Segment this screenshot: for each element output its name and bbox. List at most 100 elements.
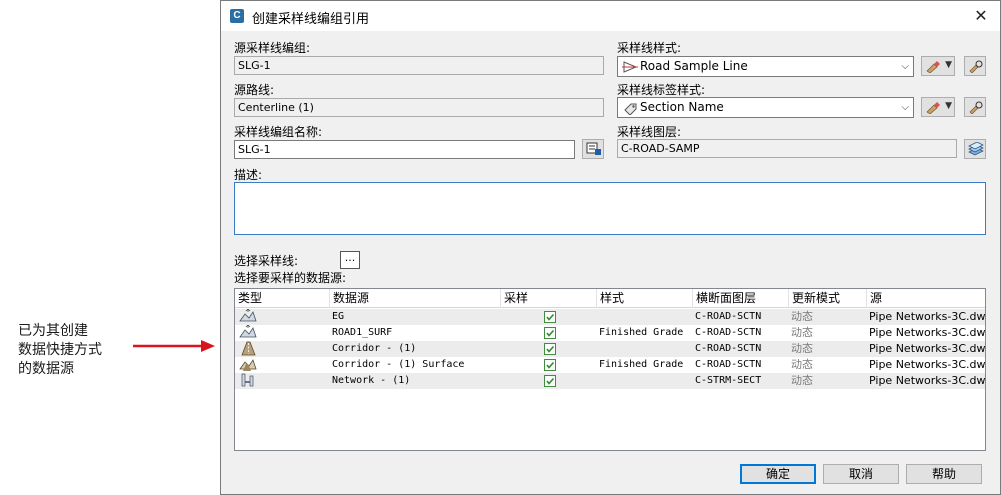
col-header-type[interactable]: 类型 (235, 289, 330, 308)
create-sample-line-group-reference-dialog: C 创建采样线编组引用 ✕ 源采样线编组: SLG-1 源路线: Centerl… (220, 0, 1001, 495)
split-arrow-icon: ▼ (945, 60, 952, 70)
sample-checkbox[interactable] (544, 359, 556, 371)
checkmark-icon (546, 377, 555, 385)
sample-checkbox[interactable] (544, 311, 556, 323)
cell-source: EG (332, 311, 345, 322)
chevron-down-icon: ⌵ (901, 61, 909, 72)
style-pick-button[interactable] (964, 56, 986, 76)
cell-section-layer: C-ROAD-SCTN (695, 343, 762, 354)
layer-select-button[interactable] (964, 139, 986, 159)
label-style-pick-button[interactable] (964, 97, 986, 117)
group-name-label: 采样线编组名称: (234, 125, 323, 139)
cell-style (597, 373, 599, 389)
sample-checkbox[interactable] (544, 327, 556, 339)
select-sample-lines-button[interactable]: ... (340, 251, 360, 269)
select-sample-lines-label: 选择采样线: (234, 254, 299, 268)
ok-button[interactable]: 确定 (740, 464, 816, 484)
col-header-sample[interactable]: 采样 (501, 289, 597, 308)
data-sources-table: 类型 数据源 采样 样式 横断面图层 更新模式 源 EG C-ROAD-SCTN 动… (234, 288, 986, 451)
annotation-line-2: 数据快捷方式 (18, 342, 102, 358)
annotation-arrow (133, 340, 215, 352)
cell-update-mode: 动态 (791, 374, 813, 387)
title-bar: C 创建采样线编组引用 ✕ (221, 1, 1000, 31)
cell-source: ROAD1_SURF (332, 327, 393, 338)
cell-src: Pipe Networks-3C.dwg (869, 374, 986, 387)
edit-style-icon (926, 61, 940, 73)
table-row[interactable]: Network - (1) C-STRM-SECT 动态 Pipe Networks-… (235, 373, 985, 389)
annotation-line-3: 的数据源 (18, 361, 74, 377)
checkmark-icon (546, 313, 555, 321)
source-alignment-field: Centerline (1) (234, 98, 604, 117)
layer-field: C-ROAD-SAMP (617, 139, 957, 158)
sample-checkbox[interactable] (544, 343, 556, 355)
source-group-label: 源采样线编组: (234, 41, 311, 55)
layer-label: 采样线图层: (617, 125, 682, 139)
source-group-field: SLG-1 (234, 56, 604, 75)
cell-source: Corridor - (1) (332, 343, 417, 354)
annotation-line-1: 已为其创建 (18, 323, 88, 339)
source-alignment-label: 源路线: (234, 83, 275, 97)
group-name-input[interactable]: SLG-1 (234, 140, 575, 159)
name-template-button[interactable] (582, 139, 604, 159)
table-row[interactable]: Corridor - (1) C-ROAD-SCTN 动态 Pipe Networks… (235, 341, 985, 357)
label-style-value: Section Name (640, 100, 724, 114)
cell-section-layer: C-ROAD-SCTN (695, 327, 762, 338)
cell-update-mode: 动态 (791, 326, 813, 339)
checkmark-icon (546, 345, 555, 353)
col-header-src[interactable]: 源 (867, 289, 985, 308)
cell-style (597, 309, 599, 325)
style-edit-split-button[interactable]: ▼ (921, 56, 955, 76)
sample-checkbox[interactable] (544, 375, 556, 387)
split-arrow-icon: ▼ (945, 101, 952, 111)
table-row[interactable]: Corridor - (1) Surface Finished Grade C-RO… (235, 357, 985, 373)
sample-line-style-value: Road Sample Line (640, 59, 748, 73)
pipe-network-icon (237, 373, 257, 389)
pick-from-drawing-icon (969, 60, 983, 73)
sample-line-style-select[interactable]: Road Sample Line ⌵ (617, 56, 914, 77)
cell-style (597, 341, 599, 357)
table-row[interactable]: ROAD1_SURF Finished Grade C-ROAD-SCTN 动态 Pip… (235, 324, 986, 341)
corridor-icon (237, 341, 257, 357)
dialog-title: 创建采样线编组引用 (252, 12, 370, 27)
checkmark-icon (546, 361, 555, 369)
col-header-source[interactable]: 数据源 (330, 289, 501, 308)
close-button[interactable]: ✕ (970, 5, 992, 27)
sample-line-style-icon (622, 61, 638, 73)
cell-src: Pipe Networks-3C.dwg (869, 310, 986, 323)
label-style-select[interactable]: Section Name ⌵ (617, 97, 914, 118)
data-sources-label: 选择要采样的数据源: (234, 271, 347, 285)
surface-icon (237, 308, 257, 325)
cell-style: Finished Grade (599, 327, 684, 338)
cancel-button[interactable]: 取消 (823, 464, 899, 484)
civil3d-app-icon: C (230, 9, 244, 23)
cell-update-mode: 动态 (791, 310, 813, 323)
annotation-text: 已为其创建 数据快捷方式 的数据源 (18, 322, 128, 379)
cell-src: Pipe Networks-3C.dwg (869, 326, 986, 339)
cell-source: Network - (1) (332, 375, 411, 386)
description-textarea[interactable] (234, 182, 986, 235)
layers-icon (968, 142, 984, 156)
surface-icon (237, 324, 257, 341)
table-row[interactable]: EG C-ROAD-SCTN 动态 Pipe Networks-3C.dwg (235, 308, 986, 325)
label-style-label: 采样线标签样式: (617, 83, 706, 97)
chevron-down-icon: ⌵ (901, 102, 909, 113)
table-header: 类型 数据源 采样 样式 横断面图层 更新模式 源 (235, 289, 985, 308)
col-header-style[interactable]: 样式 (597, 289, 693, 308)
col-header-update-mode[interactable]: 更新模式 (789, 289, 867, 308)
sample-line-style-label: 采样线样式: (617, 41, 682, 55)
cell-src: Pipe Networks-3C.dwg (869, 358, 986, 371)
label-style-edit-split-button[interactable]: ▼ (921, 97, 955, 117)
label-style-icon (624, 103, 637, 115)
cell-section-layer: C-ROAD-SCTN (695, 359, 762, 370)
cell-src: Pipe Networks-3C.dwg (869, 342, 986, 355)
help-button[interactable]: 帮助 (906, 464, 982, 484)
cell-update-mode: 动态 (791, 342, 813, 355)
col-header-section-layer[interactable]: 横断面图层 (693, 289, 789, 308)
corridor-surface-icon (237, 357, 257, 373)
name-template-icon (586, 142, 601, 155)
cell-source: Corridor - (1) Surface (332, 359, 465, 370)
cell-section-layer: C-STRM-SECT (695, 375, 762, 386)
cell-style: Finished Grade (599, 359, 684, 370)
pick-from-drawing-icon (969, 101, 983, 114)
cell-update-mode: 动态 (791, 358, 813, 371)
